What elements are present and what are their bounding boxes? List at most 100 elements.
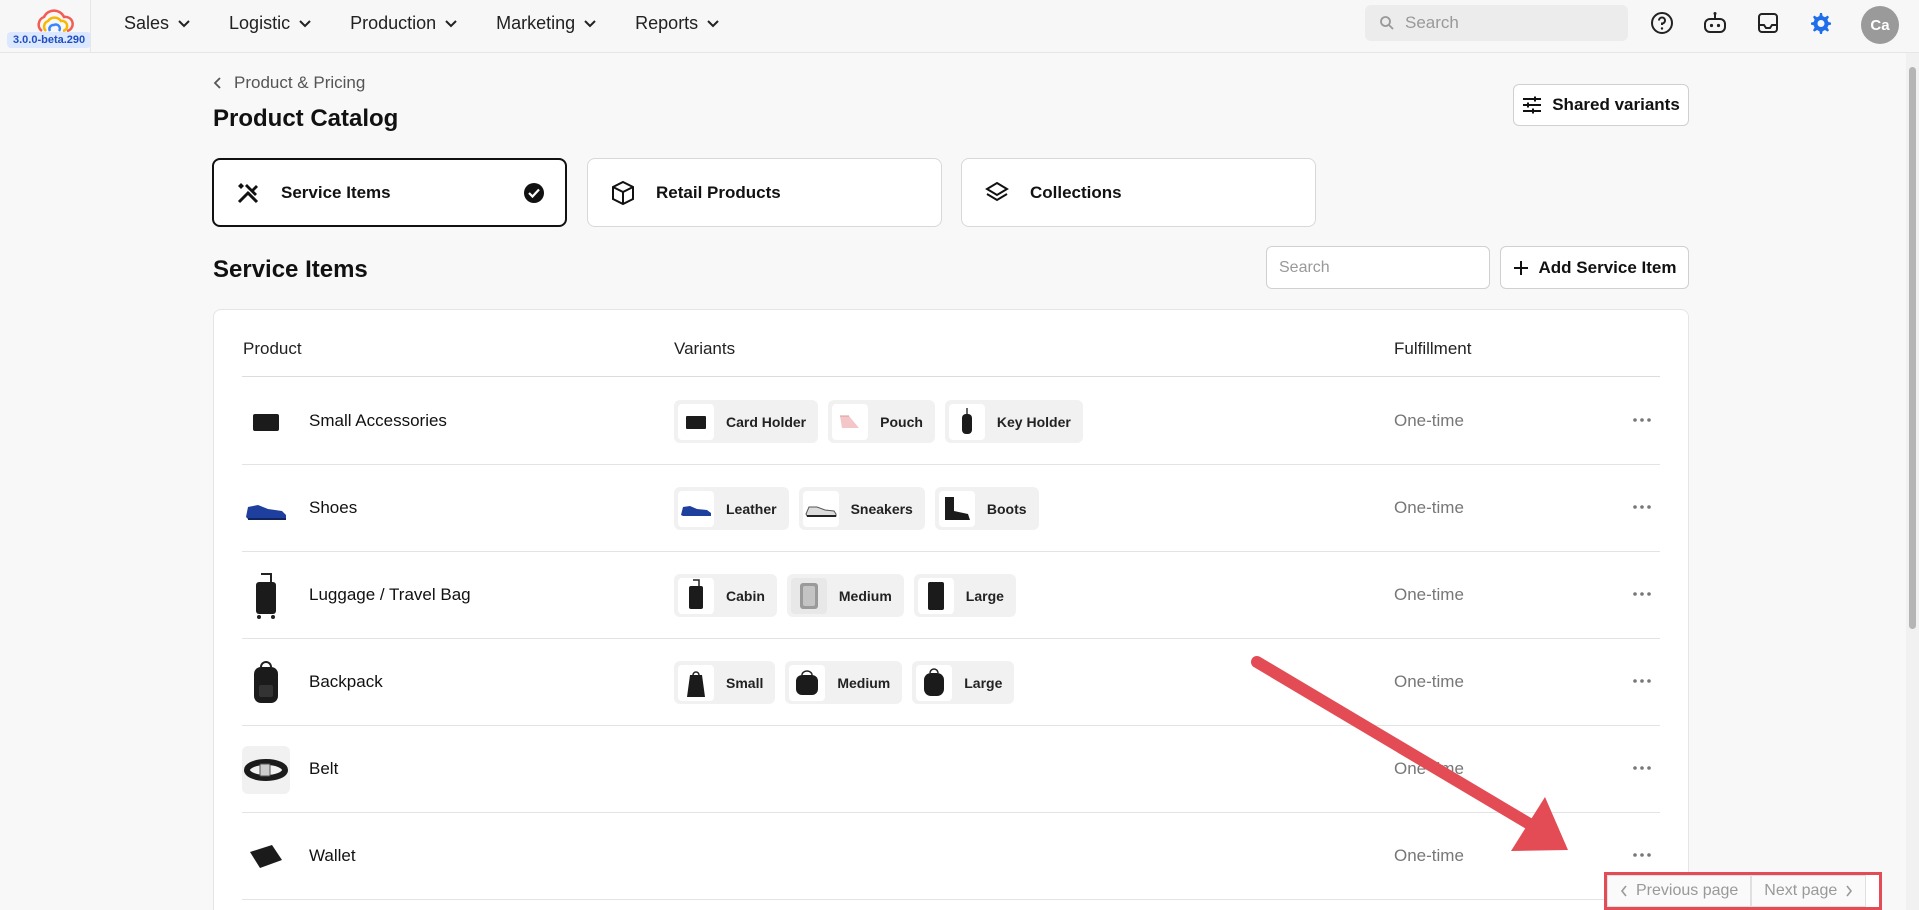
variant-chip[interactable]: Small	[674, 661, 776, 704]
luggage-icon	[242, 572, 290, 620]
variant-chip[interactable]: Sneakers	[798, 487, 925, 530]
category-card-collections[interactable]: Collections	[961, 158, 1316, 227]
nav-marketing[interactable]: Marketing	[496, 13, 597, 34]
nav-logistic[interactable]: Logistic	[229, 13, 312, 34]
fulfillment-value: One-time	[1394, 672, 1464, 691]
variant-chip[interactable]: Large	[912, 661, 1015, 704]
fulfillment-value: One-time	[1394, 498, 1464, 517]
chevron-down-icon	[445, 20, 457, 28]
variant-chip[interactable]: Medium	[785, 661, 903, 704]
nav-sales-label: Sales	[124, 12, 170, 33]
chevron-left-icon	[1620, 885, 1627, 897]
page-title: Product Catalog	[213, 105, 399, 132]
variant-chip[interactable]: Pouch	[828, 400, 935, 443]
sliders-icon	[1523, 96, 1542, 114]
product-name: Backpack	[309, 672, 383, 691]
variant-label: Small	[726, 674, 764, 691]
table-row[interactable]: Belt One-time	[242, 726, 1660, 813]
inbox-icon[interactable]	[1754, 9, 1782, 37]
add-service-item-label: Add Service Item	[1538, 257, 1677, 277]
check-circle-icon	[524, 183, 544, 203]
main-nav: Sales Logistic Production Marketing Repo…	[124, 0, 758, 46]
table-row[interactable]: Small Accessories Card Holder Pouch Key …	[242, 378, 1660, 465]
variant-chip[interactable]: Key Holder	[944, 400, 1083, 443]
card-holder-icon	[242, 398, 290, 446]
variant-list: Card Holder Pouch Key Holder	[674, 400, 1083, 443]
shared-variants-label: Shared variants	[1552, 95, 1680, 114]
more-options-icon[interactable]	[1627, 756, 1657, 780]
breadcrumb-label: Product & Pricing	[234, 73, 366, 92]
luggage-icon	[790, 577, 827, 614]
card-holder-icon	[678, 403, 714, 440]
backpack-icon	[242, 659, 290, 707]
nav-sales[interactable]: Sales	[124, 13, 191, 34]
more-options-icon[interactable]	[1627, 669, 1657, 693]
nav-reports[interactable]: Reports	[635, 13, 720, 34]
column-header-product: Product	[243, 339, 302, 358]
scrollbar-thumb[interactable]	[1909, 67, 1916, 629]
variant-chip[interactable]: Boots	[934, 487, 1039, 530]
nav-production[interactable]: Production	[350, 13, 458, 34]
previous-page-label: Previous page	[1636, 882, 1739, 899]
category-card-retail-products[interactable]: Retail Products	[587, 158, 942, 227]
gear-icon[interactable]	[1806, 9, 1834, 37]
robot-icon[interactable]	[1701, 9, 1729, 37]
more-options-icon[interactable]	[1627, 582, 1657, 606]
variant-label: Medium	[838, 587, 892, 604]
variant-label: Sneakers	[850, 500, 913, 517]
luggage-icon	[917, 577, 954, 614]
chevron-left-icon	[213, 77, 221, 89]
shared-variants-button[interactable]: Shared variants	[1513, 84, 1689, 126]
luggage-icon	[678, 577, 714, 614]
next-page-label: Next page	[1764, 882, 1838, 899]
table-row[interactable]: Backpack Small Medium Large One-time	[242, 639, 1660, 726]
add-service-item-button[interactable]: Add Service Item	[1500, 246, 1689, 289]
variant-chip[interactable]: Card Holder	[674, 400, 819, 443]
fulfillment-value: One-time	[1394, 759, 1464, 778]
pagination: Previous page Next page	[1604, 872, 1882, 910]
more-options-icon[interactable]	[1627, 843, 1657, 867]
table-row[interactable]: Luggage / Travel Bag Cabin Medium Large …	[242, 552, 1660, 639]
user-avatar[interactable]: Ca	[1861, 6, 1899, 44]
product-name: Shoes	[309, 498, 358, 517]
variant-chip[interactable]: Large	[913, 574, 1016, 617]
category-label: Collections	[1030, 182, 1122, 202]
variant-list: Leather Sneakers Boots	[674, 487, 1039, 530]
table-header-divider	[242, 376, 1660, 377]
variant-label: Cabin	[726, 587, 765, 604]
key-holder-icon	[948, 403, 985, 440]
variant-label: Medium	[837, 674, 891, 691]
variant-label: Large	[965, 587, 1004, 604]
product-name: Luggage / Travel Bag	[309, 585, 471, 604]
shoe-icon	[242, 485, 290, 533]
more-options-icon[interactable]	[1627, 408, 1657, 432]
variant-chip[interactable]: Leather	[674, 487, 789, 530]
more-options-icon[interactable]	[1627, 495, 1657, 519]
logo-divider	[90, 0, 91, 53]
next-page-button[interactable]: Next page	[1751, 875, 1867, 907]
breadcrumb[interactable]: Product & Pricing	[212, 73, 365, 93]
table-row[interactable]: Shoes Leather Sneakers Boots One-time	[242, 465, 1660, 552]
backpack-icon	[789, 664, 826, 701]
category-card-service-items[interactable]: Service Items	[212, 158, 567, 227]
service-items-search-input[interactable]	[1266, 246, 1490, 289]
variant-chip[interactable]: Cabin	[674, 574, 777, 617]
table-row[interactable]: Wallet One-time	[242, 813, 1660, 900]
page-scrollbar[interactable]	[1906, 53, 1919, 910]
variant-label: Card Holder	[726, 413, 807, 430]
variant-list: Cabin Medium Large	[674, 574, 1016, 617]
variant-label: Key Holder	[996, 413, 1071, 430]
app-logo[interactable]: 3.0.0-beta.290	[6, 6, 96, 48]
box-icon	[612, 180, 634, 205]
column-header-fulfillment: Fulfillment	[1394, 339, 1472, 358]
avatar-initials: Ca	[1870, 16, 1890, 34]
variant-chip[interactable]: Medium	[786, 574, 904, 617]
global-search[interactable]: Search	[1365, 5, 1628, 41]
plus-icon	[1513, 260, 1528, 275]
section-title: Service Items	[213, 256, 368, 283]
variant-label: Leather	[726, 500, 777, 517]
help-icon[interactable]	[1648, 9, 1676, 37]
previous-page-button[interactable]: Previous page	[1607, 875, 1752, 907]
fulfillment-value: One-time	[1394, 846, 1464, 865]
pouch-icon	[832, 403, 869, 440]
